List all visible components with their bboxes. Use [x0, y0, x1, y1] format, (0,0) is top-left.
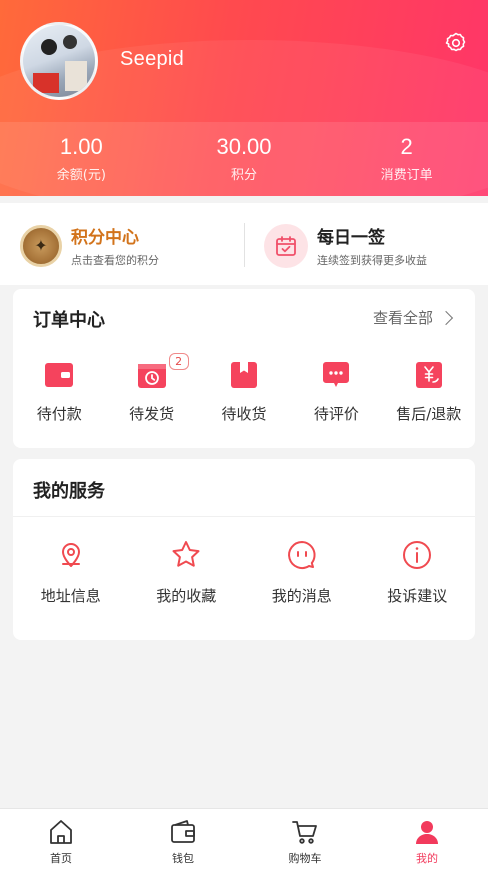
chevron-right-icon: [438, 310, 454, 326]
daily-signin-link[interactable]: 每日一签 连续签到获得更多收益: [264, 223, 427, 268]
order-center-title: 订单中心: [33, 310, 105, 331]
nav-home[interactable]: 首页: [0, 809, 122, 874]
daily-signin-subtitle: 连续签到获得更多收益: [317, 254, 427, 267]
points-center-link[interactable]: ✦ 积分中心 点击查看您的积分: [20, 223, 159, 268]
home-icon: [47, 818, 75, 846]
points-center-subtitle: 点击查看您的积分: [71, 254, 159, 267]
order-center-card: 订单中心 查看全部 待付款 2 待发货 待收货 待评价 售后/退款: [13, 289, 475, 448]
stat-label: 消费订单: [380, 168, 433, 183]
order-refund[interactable]: 售后/退款: [383, 361, 475, 424]
service-address[interactable]: 地址信息: [13, 539, 129, 606]
user-icon: [413, 818, 441, 846]
nav-wallet[interactable]: 钱包: [122, 809, 244, 874]
nav-label: 首页: [50, 852, 72, 865]
order-label: 待收货: [221, 405, 267, 423]
refund-icon: [414, 361, 444, 389]
service-label: 我的消息: [271, 587, 332, 605]
message-icon: [286, 539, 318, 571]
order-badge: 2: [168, 353, 189, 370]
stat-orders[interactable]: 2 消费订单: [325, 122, 488, 196]
stat-balance[interactable]: 1.00 余额(元): [0, 122, 163, 196]
comment-icon: [321, 361, 351, 389]
stat-label: 积分: [231, 168, 258, 183]
order-label: 待发货: [129, 405, 175, 423]
profile-header: Seepid 1.00 余额(元) 30.00 积分 2 消费订单: [0, 0, 488, 196]
quick-links: ✦ 积分中心 点击查看您的积分 每日一签 连续签到获得更多收益: [0, 203, 488, 285]
stat-value: 30.00: [216, 134, 272, 159]
nav-label: 钱包: [172, 852, 194, 865]
view-all-label: 查看全部: [372, 309, 433, 327]
order-pending-shipment[interactable]: 2 待发货: [105, 353, 197, 424]
calendar-icon: [264, 223, 308, 268]
stat-value: 2: [400, 134, 413, 159]
service-feedback[interactable]: 投诉建议: [360, 539, 476, 606]
info-icon: [401, 539, 433, 571]
nav-label: 购物车: [288, 852, 322, 865]
clock-box-icon: 2: [137, 353, 189, 389]
location-icon: [55, 539, 87, 571]
nav-mine[interactable]: 我的: [366, 809, 488, 874]
wallet-icon: [44, 361, 74, 389]
service-messages[interactable]: 我的消息: [244, 539, 360, 606]
order-pending-review[interactable]: 待评价: [290, 361, 382, 424]
stat-label: 余额(元): [56, 168, 106, 183]
bottom-nav: 首页 钱包 购物车 我的: [0, 808, 488, 874]
service-label: 地址信息: [40, 587, 101, 605]
order-pending-payment[interactable]: 待付款: [13, 361, 105, 424]
divider: [13, 516, 475, 517]
view-all-orders-link[interactable]: 查看全部: [372, 307, 454, 328]
order-pending-receipt[interactable]: 待收货: [198, 361, 290, 424]
order-label: 待评价: [313, 405, 359, 423]
service-label: 我的收藏: [156, 587, 217, 605]
nav-cart[interactable]: 购物车: [244, 809, 366, 874]
star-icon: [170, 539, 202, 571]
username[interactable]: Seepid: [120, 48, 184, 71]
divider: [244, 223, 245, 267]
wallet-icon: [169, 818, 197, 846]
package-icon: [229, 361, 259, 389]
order-label: 待付款: [36, 405, 82, 423]
daily-signin-title: 每日一签: [317, 228, 385, 248]
service-label: 投诉建议: [387, 587, 448, 605]
cart-icon: [291, 818, 319, 846]
service-favorites[interactable]: 我的收藏: [129, 539, 245, 606]
my-services-card: 我的服务 地址信息 我的收藏 我的消息 投诉建议: [13, 459, 475, 640]
points-center-title: 积分中心: [71, 228, 139, 248]
settings-gear-icon[interactable]: [444, 31, 468, 55]
coin-icon: ✦: [20, 224, 62, 267]
my-services-title: 我的服务: [33, 481, 105, 502]
stats-bar: 1.00 余额(元) 30.00 积分 2 消费订单: [0, 122, 488, 196]
order-label: 售后/退款: [396, 405, 462, 423]
stat-points[interactable]: 30.00 积分: [163, 122, 326, 196]
avatar[interactable]: [20, 22, 98, 100]
nav-label: 我的: [416, 852, 438, 865]
stat-value: 1.00: [59, 134, 103, 159]
